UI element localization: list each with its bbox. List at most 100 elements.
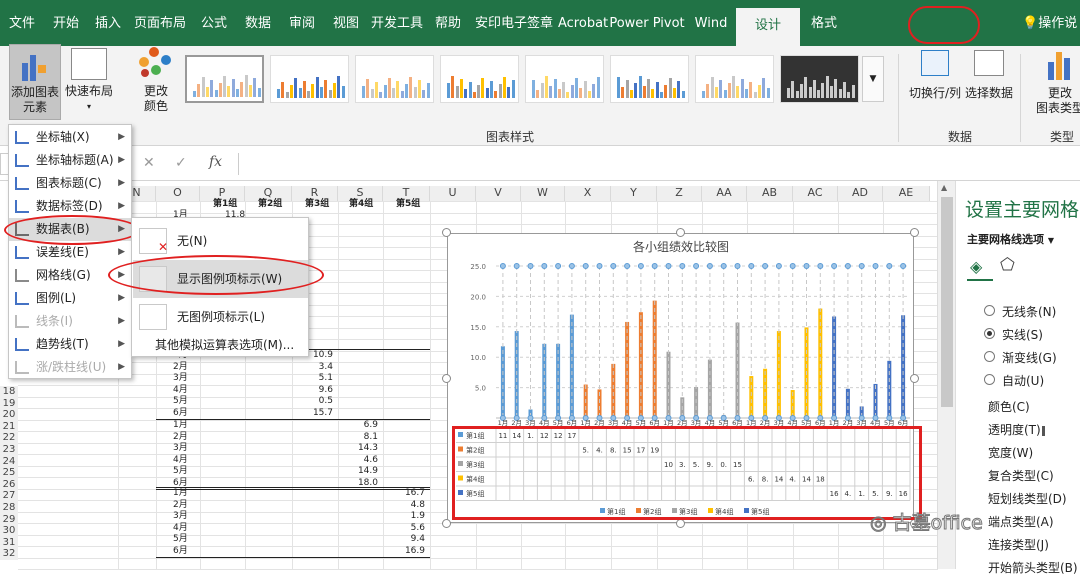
gridline-handle[interactable]: [499, 263, 506, 269]
row-header[interactable]: 23: [0, 444, 18, 456]
gridline-handle[interactable]: [679, 263, 686, 269]
gridline-handle[interactable]: [789, 263, 796, 269]
cell[interactable]: 4月: [173, 455, 188, 466]
pane-property[interactable]: 开始箭头类型(B): [988, 559, 1078, 576]
tab-11[interactable]: Acrobat: [558, 0, 608, 46]
cell[interactable]: 1.9: [380, 511, 425, 522]
column-header[interactable]: Z: [657, 186, 702, 201]
menu-item-2[interactable]: 坐标轴标题(A) ▶: [9, 149, 131, 172]
tab-5[interactable]: 数据: [236, 0, 280, 46]
gridline-handle[interactable]: [513, 263, 520, 269]
enter-icon[interactable]: ✓: [175, 155, 187, 171]
cell[interactable]: 6月: [173, 546, 188, 557]
tab-13[interactable]: Wind: [688, 0, 734, 46]
chart-style-thumb-5[interactable]: [525, 55, 604, 103]
tab-1[interactable]: 开始: [44, 0, 88, 46]
radio-3[interactable]: [984, 351, 995, 362]
cell[interactable]: 6月: [173, 408, 188, 419]
pane-property[interactable]: 端点类型(A): [988, 513, 1054, 530]
cell[interactable]: 3月: [173, 373, 188, 384]
gridline-handle[interactable]: [900, 263, 907, 269]
tell-me[interactable]: 💡操作说: [1022, 0, 1077, 46]
change-chart-type-button[interactable]: 更改 图表类型: [1034, 48, 1080, 124]
gridline-handle[interactable]: [624, 263, 631, 269]
menu-item-9[interactable]: 线条(I) ▶: [9, 310, 131, 333]
row-header[interactable]: 32: [0, 548, 18, 561]
gridline-handle[interactable]: [568, 263, 575, 269]
gridline-options-dropdown[interactable]: 主要网格线选项 ▼: [967, 231, 1054, 247]
cell[interactable]: 4.8: [380, 500, 425, 511]
cell[interactable]: 1月: [173, 488, 188, 499]
quick-layout-button[interactable]: 快速布局 ▾: [64, 44, 114, 120]
gridline-handle[interactable]: [762, 263, 769, 269]
column-header[interactable]: AB: [747, 186, 793, 201]
chart-style-thumb-7[interactable]: [695, 55, 774, 103]
cell[interactable]: 4月: [173, 385, 188, 396]
cell[interactable]: 9.6: [288, 385, 333, 396]
row-header[interactable]: 25: [0, 467, 18, 480]
cell[interactable]: 2月: [173, 500, 188, 511]
menu-item-11[interactable]: 涨/跌柱线(U) ▶: [9, 356, 131, 379]
row-header[interactable]: 28: [0, 502, 18, 514]
gridline-handle[interactable]: [886, 263, 893, 269]
tab-3[interactable]: 页面布局: [128, 0, 192, 46]
tab-15[interactable]: 格式: [802, 0, 846, 46]
cell[interactable]: 4.6: [333, 455, 378, 466]
cell[interactable]: 第3组: [305, 199, 329, 210]
gridline-handle[interactable]: [858, 263, 865, 269]
column-header[interactable]: X: [565, 186, 611, 201]
pane-property[interactable]: 透明度(T): [988, 421, 1041, 438]
row-header[interactable]: 24: [0, 455, 18, 468]
cell[interactable]: 3.4: [288, 362, 333, 373]
column-header[interactable]: V: [476, 186, 521, 201]
pane-property[interactable]: 颜色(C): [988, 398, 1030, 415]
chart-style-thumb-8[interactable]: [780, 55, 859, 103]
scrollbar-thumb[interactable]: [941, 197, 953, 407]
row-header[interactable]: 26: [0, 478, 18, 491]
gridline-handle[interactable]: [706, 263, 713, 269]
submenu-item-more-options[interactable]: 其他模拟运算表选项(M)...: [133, 334, 308, 356]
radio-4[interactable]: [984, 374, 995, 385]
radio-2[interactable]: [984, 328, 995, 339]
cell[interactable]: 3月: [173, 443, 188, 454]
cell[interactable]: 8.1: [333, 432, 378, 443]
cell[interactable]: 5.1: [288, 373, 333, 384]
row-header[interactable]: 20: [0, 409, 18, 422]
tab-7[interactable]: 视图: [324, 0, 368, 46]
fill-line-icon[interactable]: ◈: [970, 257, 982, 276]
chart-style-thumb-3[interactable]: [355, 55, 434, 103]
chart-style-thumb-2[interactable]: [270, 55, 349, 103]
submenu-item-no-legend-keys[interactable]: 无图例项标示(L): [133, 298, 308, 336]
switch-row-column-button[interactable]: 切换行/列: [904, 48, 966, 108]
resize-handle[interactable]: [676, 228, 685, 237]
bar-第4组-1[interactable]: [749, 376, 754, 418]
cell[interactable]: 5月: [173, 534, 188, 545]
column-header[interactable]: AD: [838, 186, 883, 201]
resize-handle[interactable]: [442, 228, 451, 237]
tab-9[interactable]: 帮助: [426, 0, 470, 46]
row-header[interactable]: 22: [0, 432, 18, 445]
cell[interactable]: 5.6: [380, 523, 425, 534]
gridline-handle[interactable]: [817, 263, 824, 269]
cell[interactable]: 15.7: [288, 408, 333, 419]
cell[interactable]: 14.3: [333, 443, 378, 454]
cell[interactable]: 14.9: [333, 466, 378, 477]
pane-property[interactable]: 复合类型(C): [988, 467, 1054, 484]
menu-item-8[interactable]: 图例(L) ▶: [9, 287, 131, 310]
row-header[interactable]: 30: [0, 525, 18, 538]
resize-handle[interactable]: [442, 519, 451, 528]
cell[interactable]: 第4组: [349, 199, 373, 210]
gridline-handle[interactable]: [582, 263, 589, 269]
scroll-up-icon[interactable]: ▲: [941, 183, 947, 192]
formula-input[interactable]: [238, 153, 1080, 175]
cell[interactable]: 6.9: [333, 420, 378, 431]
cell[interactable]: 5月: [173, 466, 188, 477]
tab-8[interactable]: 开发工具: [368, 0, 426, 46]
cell[interactable]: 0.5: [288, 396, 333, 407]
cancel-icon[interactable]: ✕: [143, 155, 155, 171]
add-chart-element-button[interactable]: 添加图表 元素: [9, 44, 61, 120]
gridline-handle[interactable]: [734, 263, 741, 269]
cell[interactable]: 第1组: [213, 199, 237, 210]
tab-10[interactable]: 安印电子签章: [470, 0, 558, 46]
row-header[interactable]: 18: [0, 386, 18, 398]
